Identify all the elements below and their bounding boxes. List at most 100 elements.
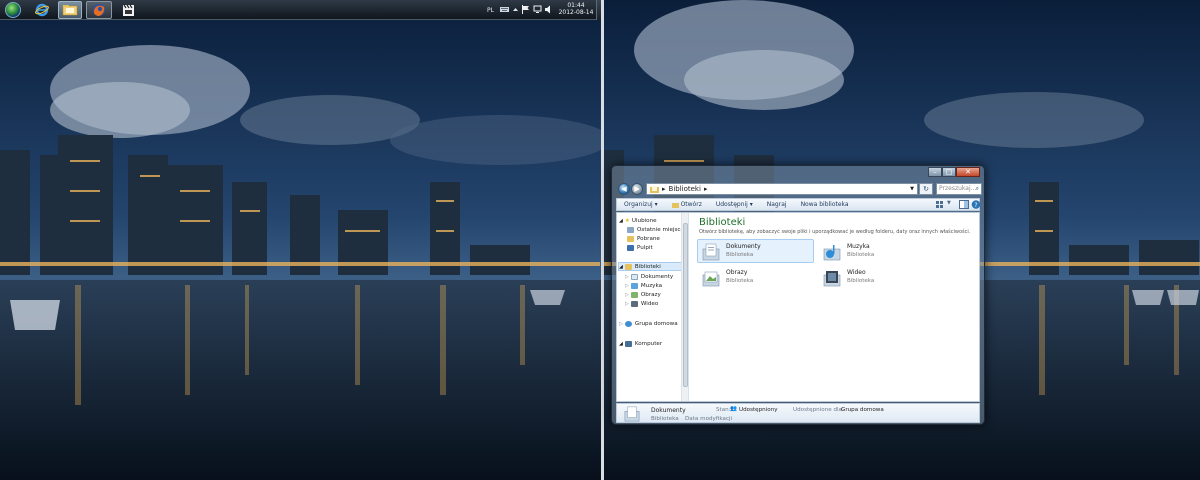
navigation-pane: ◢ ★ Ulubione Ostatnie miejsca Pobrane Pu…	[617, 213, 689, 401]
taskbar-windows-explorer[interactable]	[58, 1, 82, 19]
maximize-button[interactable]: □	[942, 167, 956, 177]
details-state-value: Udostępniony	[739, 407, 778, 413]
arrow-right-icon: ▶	[634, 185, 640, 193]
collapse-arrow-icon[interactable]: ▷	[625, 283, 629, 289]
nav-item-downloads-label: Pobrane	[637, 235, 660, 242]
details-name: Dokumenty	[651, 407, 686, 414]
taskbar-firefox[interactable]	[86, 1, 112, 19]
forward-button[interactable]: ▶	[631, 183, 643, 195]
pictures-library-icon	[702, 271, 720, 287]
details-type: Biblioteka	[651, 416, 679, 422]
back-button[interactable]: ◀	[618, 183, 630, 195]
network-icon[interactable]	[533, 5, 542, 14]
flag-icon[interactable]	[521, 5, 530, 14]
taskbar-internet-explorer[interactable]	[30, 1, 54, 19]
shared-people-icon: 👥	[730, 406, 737, 412]
explorer-content: ◢ ★ Ulubione Ostatnie miejsca Pobrane Pu…	[616, 212, 980, 402]
libraries-icon	[624, 263, 632, 270]
nav-item-pictures-label: Obrazy	[640, 291, 661, 298]
breadcrumb-libraries[interactable]: Biblioteki	[669, 185, 701, 193]
minimize-button[interactable]: –	[928, 167, 942, 177]
address-bar-row: ◀ ▶ ▸ Biblioteki ▸ ▼ ↻ Przeszukaj... ⌕	[616, 182, 982, 196]
expand-arrow-icon[interactable]: ◢	[619, 218, 623, 224]
nav-item-documents[interactable]: ▷ Dokumenty	[625, 272, 673, 281]
scrollbar-thumb[interactable]	[683, 223, 688, 387]
details-shared-value: Grupa domowa	[841, 407, 884, 413]
expand-arrow-icon[interactable]: ◢	[619, 264, 623, 270]
windows-orb-icon	[5, 2, 21, 18]
details-state-label: Stan:	[716, 407, 731, 413]
nav-computer-label: Komputer	[634, 340, 663, 347]
nav-item-recent-label: Ostatnie miejsca	[637, 226, 684, 233]
collapse-arrow-icon[interactable]: ▷	[625, 274, 629, 280]
videos-library-icon	[823, 271, 841, 287]
nav-item-videos[interactable]: ▷ Wideo	[625, 299, 658, 308]
library-music[interactable]: Muzyka Biblioteka	[818, 239, 935, 263]
refresh-button[interactable]: ↻	[919, 183, 933, 195]
page-title: Biblioteki	[699, 217, 746, 228]
command-bar: Organizuj ▾ Otwórz Udostępnij ▾ Nagraj N…	[616, 198, 981, 211]
expand-arrow-icon[interactable]: ◢	[619, 341, 623, 347]
nav-computer[interactable]: ◢ Komputer	[619, 339, 662, 348]
clock-time: 01:44	[567, 2, 585, 9]
keyboard-icon[interactable]	[500, 5, 509, 14]
address-field[interactable]: ▸ Biblioteki ▸ ▼	[646, 183, 918, 195]
preview-pane-icon[interactable]	[959, 200, 969, 209]
caption-buttons: – □ ✕	[928, 167, 980, 177]
search-icon: ⌕	[975, 185, 979, 192]
help-icon[interactable]: ?	[971, 200, 981, 209]
view-options-icon[interactable]	[935, 200, 945, 209]
new-library-button[interactable]: Nowa biblioteka	[794, 201, 856, 208]
burn-button[interactable]: Nagraj	[760, 201, 794, 208]
nav-homegroup[interactable]: ▷ Grupa domowa	[619, 319, 678, 328]
page-description: Otwórz bibliotekę, aby zobaczyć swoje pl…	[699, 229, 971, 235]
desktop-wallpaper	[0, 0, 601, 480]
minimize-icon: –	[933, 168, 937, 176]
libraries-view: Biblioteki Otwórz bibliotekę, aby zobacz…	[693, 213, 979, 401]
nav-scrollbar[interactable]	[681, 213, 688, 401]
open-button[interactable]: Otwórz	[665, 201, 709, 208]
start-button[interactable]	[2, 1, 24, 19]
nav-item-desktop[interactable]: Pulpit	[627, 243, 653, 252]
chevron-up-icon[interactable]	[511, 5, 520, 14]
nav-item-desktop-label: Pulpit	[637, 244, 653, 251]
title-bar[interactable]: – □ ✕	[612, 166, 984, 180]
volume-icon[interactable]	[544, 5, 553, 14]
search-field[interactable]: Przeszukaj... ⌕	[936, 183, 982, 195]
nav-favorites[interactable]: ◢ ★ Ulubione	[619, 216, 657, 225]
address-dropdown-icon[interactable]: ▼	[910, 186, 914, 192]
nav-item-downloads[interactable]: Pobrane	[627, 234, 660, 243]
library-type: Biblioteka	[726, 278, 754, 284]
close-icon: ✕	[965, 168, 971, 176]
recent-places-icon	[627, 226, 634, 233]
nav-item-pictures[interactable]: ▷ Obrazy	[625, 290, 661, 299]
close-button[interactable]: ✕	[956, 167, 980, 177]
search-placeholder: Przeszukaj...	[939, 185, 977, 192]
nav-item-recent[interactable]: Ostatnie miejsca	[627, 225, 684, 234]
nav-item-music-label: Muzyka	[640, 282, 663, 289]
library-videos[interactable]: Wideo Biblioteka	[818, 265, 935, 289]
taskbar-media[interactable]	[116, 1, 140, 19]
nav-libraries[interactable]: ◢ Biblioteki	[618, 262, 682, 271]
svg-text:?: ?	[974, 202, 977, 209]
library-pictures[interactable]: Obrazy Biblioteka	[697, 265, 814, 289]
share-menu[interactable]: Udostępnij ▾	[709, 201, 760, 208]
breadcrumb-chevron-icon[interactable]: ▸	[704, 185, 708, 193]
collapse-arrow-icon[interactable]: ▷	[619, 321, 623, 327]
nav-item-documents-label: Dokumenty	[640, 273, 674, 280]
collapse-arrow-icon[interactable]: ▷	[625, 292, 629, 298]
explorer-window[interactable]: – □ ✕ ◀ ▶ ▸ Biblioteki ▸ ▼ ↻ Przeszukaj.…	[611, 165, 985, 425]
details-shared-label: Udostępnione dla:	[793, 407, 844, 413]
system-clock[interactable]: 01:44 2012-08-14	[557, 2, 595, 16]
documents-library-icon	[624, 406, 640, 422]
collapse-arrow-icon[interactable]: ▷	[625, 301, 629, 307]
computer-icon	[624, 340, 632, 347]
view-dropdown-icon[interactable]: ▼	[947, 200, 957, 209]
nav-item-music[interactable]: ▷ Muzyka	[625, 281, 662, 290]
folder-libraries-icon	[62, 5, 78, 16]
organize-menu[interactable]: Organizuj ▾	[617, 201, 665, 208]
internet-explorer-icon	[35, 3, 49, 17]
library-documents[interactable]: Dokumenty Biblioteka	[697, 239, 814, 263]
pictures-icon	[630, 291, 638, 298]
language-indicator[interactable]: PL	[487, 0, 494, 20]
